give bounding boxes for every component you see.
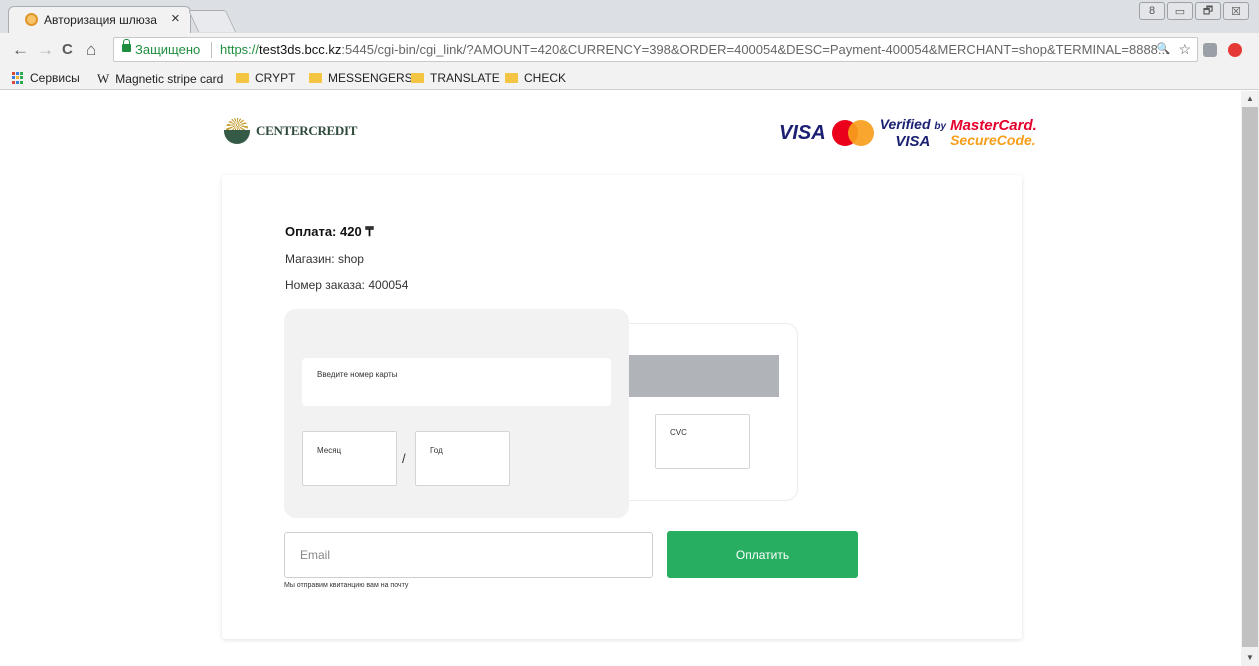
new-tab-button[interactable] <box>187 10 237 32</box>
scroll-down-icon[interactable]: ▼ <box>1241 650 1259 666</box>
pay-button[interactable]: Оплатить <box>667 531 858 578</box>
merchant-line: Магазин: shop <box>285 252 364 266</box>
amount-value: 420 ₸ <box>340 224 374 239</box>
tab-title: Авторизация шлюза <box>44 13 157 27</box>
browser-toolbar: ← → C ⌂ Защищено https://test3ds.bcc.kz:… <box>0 33 1259 67</box>
card-back <box>602 323 798 501</box>
gear-favicon-icon <box>25 13 38 26</box>
reload-icon[interactable]: C <box>62 41 73 58</box>
url-path: :5445/cgi-bin/cgi_link/?AMOUNT=420&CURRE… <box>341 42 1169 57</box>
bookmark-crypt[interactable]: CRYPT <box>236 71 295 85</box>
folder-icon <box>505 73 518 83</box>
address-bar[interactable]: Защищено https://test3ds.bcc.kz:5445/cgi… <box>113 37 1198 62</box>
email-hint: Мы отправим квитанцию вам на почту <box>284 582 409 589</box>
tab-close-icon[interactable]: × <box>171 10 180 27</box>
expiry-month-input[interactable]: Месяц <box>302 431 397 486</box>
bookmark-services[interactable]: Сервисы <box>12 71 80 85</box>
url-host: test3ds.bcc.kz <box>259 42 342 57</box>
url-text[interactable]: https://test3ds.bcc.kz:5445/cgi-bin/cgi_… <box>220 38 1169 61</box>
apps-grid-icon <box>12 72 24 84</box>
vbv-verified: Verified <box>879 116 931 132</box>
scroll-thumb[interactable] <box>1242 107 1258 647</box>
bookmark-label: TRANSLATE <box>430 71 500 85</box>
restore-icon[interactable]: 🗗 <box>1195 2 1221 20</box>
folder-icon <box>236 73 249 83</box>
forward-arrow-icon[interactable]: → <box>37 40 54 60</box>
zoom-icon[interactable]: 🔍 <box>1157 38 1171 61</box>
bookmark-label: MESSENGERS <box>328 71 413 85</box>
browser-tab[interactable]: Авторизация шлюза × <box>8 6 191 33</box>
month-label: Месяц <box>317 446 342 455</box>
bank-logo: CENTERCREDIT <box>222 116 357 146</box>
bookmark-check[interactable]: CHECK <box>505 71 566 85</box>
bookmark-label: CRYPT <box>255 71 296 85</box>
bookmark-messengers[interactable]: MESSENGERS <box>309 71 413 85</box>
visa-logo: VISA <box>779 121 826 144</box>
vbv-by: by <box>934 121 947 132</box>
user-profile-icon[interactable]: 8 <box>1139 2 1165 20</box>
window-controls: 8 ▭ 🗗 ☒ <box>1139 2 1249 20</box>
bookmark-magnetic-stripe[interactable]: W Magnetic stripe card <box>97 71 223 87</box>
folder-icon <box>309 73 322 83</box>
minimize-icon[interactable]: ▭ <box>1167 2 1193 20</box>
mastercard-circles-icon <box>831 120 876 146</box>
bookmark-star-icon[interactable]: ☆ <box>1178 38 1191 61</box>
card-front <box>284 309 629 518</box>
mc-securecode: SecureCode. <box>950 132 1036 148</box>
bookmarks-bar: Сервисы W Magnetic stripe card CRYPT MES… <box>0 67 1259 90</box>
wikipedia-icon: W <box>97 71 110 86</box>
tab-strip: Авторизация шлюза × 8 ▭ 🗗 ☒ <box>0 0 1259 33</box>
year-label: Год <box>430 446 443 455</box>
logo-text: CENTERCREDIT <box>256 123 358 138</box>
lock-icon <box>122 39 131 52</box>
bookmark-label: CHECK <box>524 71 567 85</box>
expiry-year-input[interactable]: Год <box>415 431 510 486</box>
magnetic-stripe <box>628 355 779 397</box>
page-scrollbar[interactable]: ▲ ▼ <box>1241 91 1259 666</box>
cvc-input[interactable]: CVC <box>655 414 750 469</box>
mc-mastercard: MasterCard. <box>950 117 1037 134</box>
url-scheme: https:// <box>220 42 260 57</box>
vbv-visa: VISA <box>895 133 931 150</box>
order-line: Номер заказа: 400054 <box>285 278 409 292</box>
verified-by-visa-logo: Verified by VISA <box>879 116 947 150</box>
close-window-icon[interactable]: ☒ <box>1223 2 1249 20</box>
bookmark-translate[interactable]: TRANSLATE <box>411 71 500 85</box>
mastercard-securecode-logo: MasterCard. SecureCode. <box>950 118 1037 148</box>
email-input[interactable] <box>284 532 653 578</box>
payment-brands: VISA Verified by VISA MasterCard. Secure… <box>779 116 1037 150</box>
omnibox-icons: 🔍 ☆ <box>1157 38 1191 61</box>
amount-label: Оплата: <box>285 224 337 239</box>
bookmark-label: Сервисы <box>30 71 80 85</box>
address-separator <box>211 42 212 58</box>
card-number-input[interactable]: Введите номер карты <box>302 358 611 406</box>
cvc-label: CVC <box>670 428 687 437</box>
centercredit-logo-icon <box>222 116 252 146</box>
secure-label: Защищено <box>135 42 201 57</box>
bookmark-label: Magnetic stripe card <box>115 72 224 86</box>
card-number-label: Введите номер карты <box>317 370 398 379</box>
extension-icon[interactable] <box>1203 43 1217 57</box>
extension-red-icon[interactable] <box>1228 43 1242 57</box>
home-icon[interactable]: ⌂ <box>86 40 96 60</box>
payment-amount: Оплата: 420 ₸ <box>285 224 374 240</box>
expiry-separator: / <box>402 451 406 466</box>
back-arrow-icon[interactable]: ← <box>12 40 29 60</box>
folder-icon <box>411 73 424 83</box>
scroll-up-icon[interactable]: ▲ <box>1241 91 1259 107</box>
